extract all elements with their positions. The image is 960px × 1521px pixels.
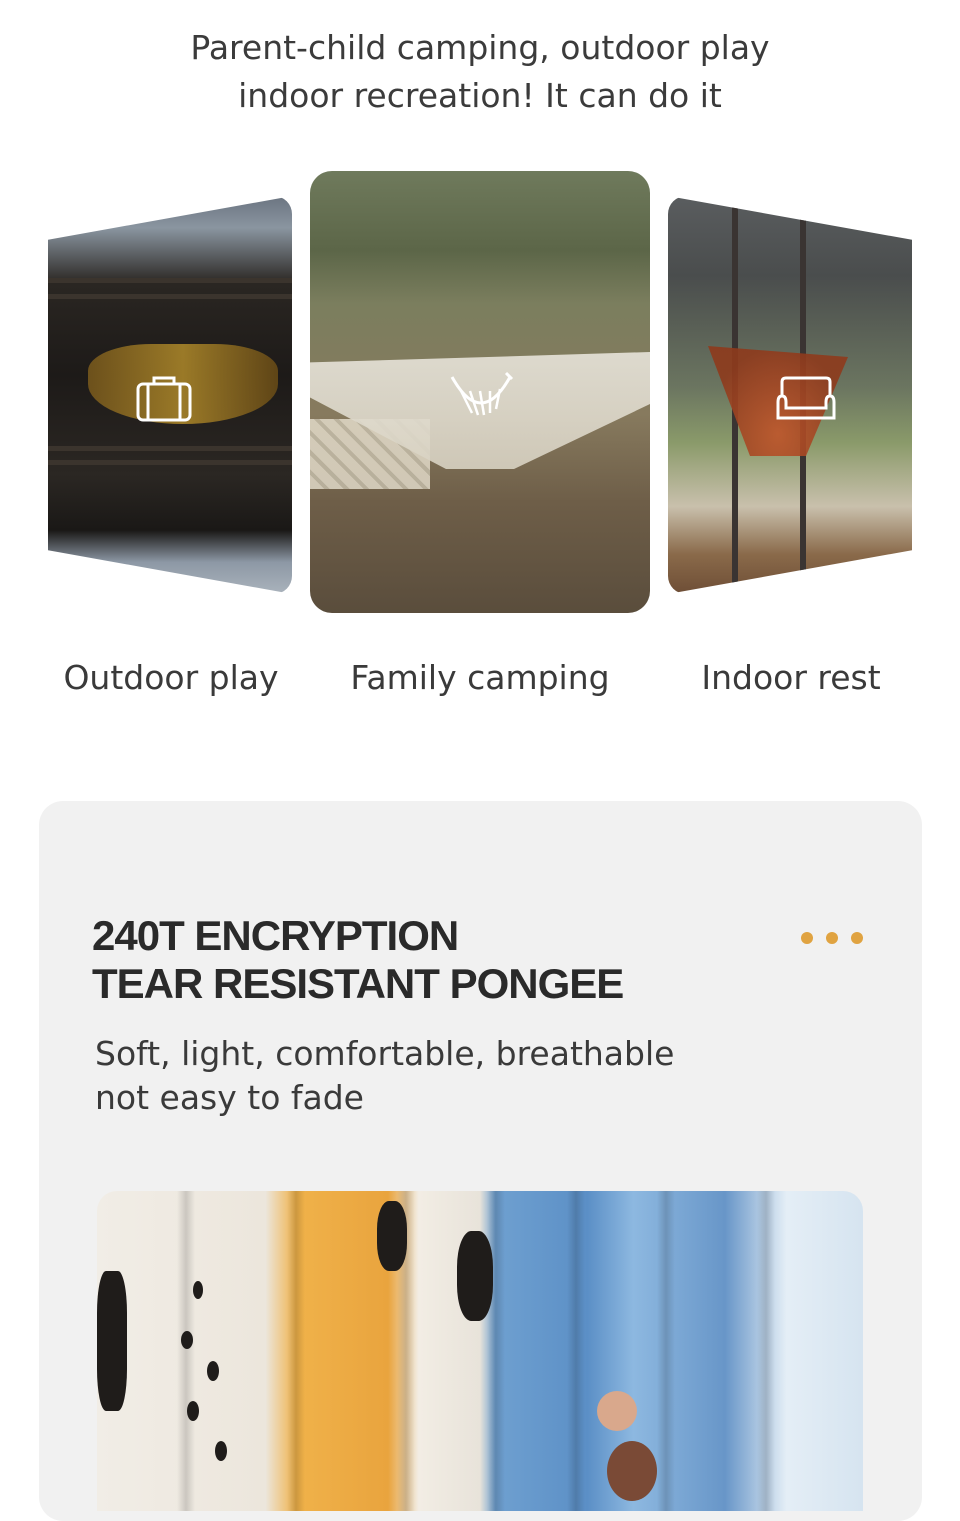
intro-text: Parent-child camping, outdoor play indoo… [0,24,960,120]
outdoor-play-image [48,196,292,594]
intro-line-2: indoor recreation! It can do it [238,76,722,115]
suitcase-icon [136,376,192,422]
scene-label-indoor: Indoor rest [701,658,881,697]
feature-desc-line-2: not easy to fade [95,1078,364,1117]
indoor-rest-image [668,196,912,594]
hammock-icon [450,371,514,416]
scene-label-outdoor: Outdoor play [63,658,279,697]
feature-title-line-1: 240T ENCRYPTION [92,912,459,959]
feature-description: Soft, light, comfortable, breathable not… [95,1032,674,1120]
decorative-dots [801,929,876,948]
intro-line-1: Parent-child camping, outdoor play [190,28,770,67]
feature-title: 240T ENCRYPTION TEAR RESISTANT PONGEE [92,912,624,1008]
fabric-image [97,1191,863,1511]
scene-label-family: Family camping [350,658,610,697]
sofa-icon [776,376,836,420]
feature-title-line-2: TEAR RESISTANT PONGEE [92,960,624,1007]
family-camping-image [310,171,650,613]
feature-desc-line-1: Soft, light, comfortable, breathable [95,1034,675,1073]
